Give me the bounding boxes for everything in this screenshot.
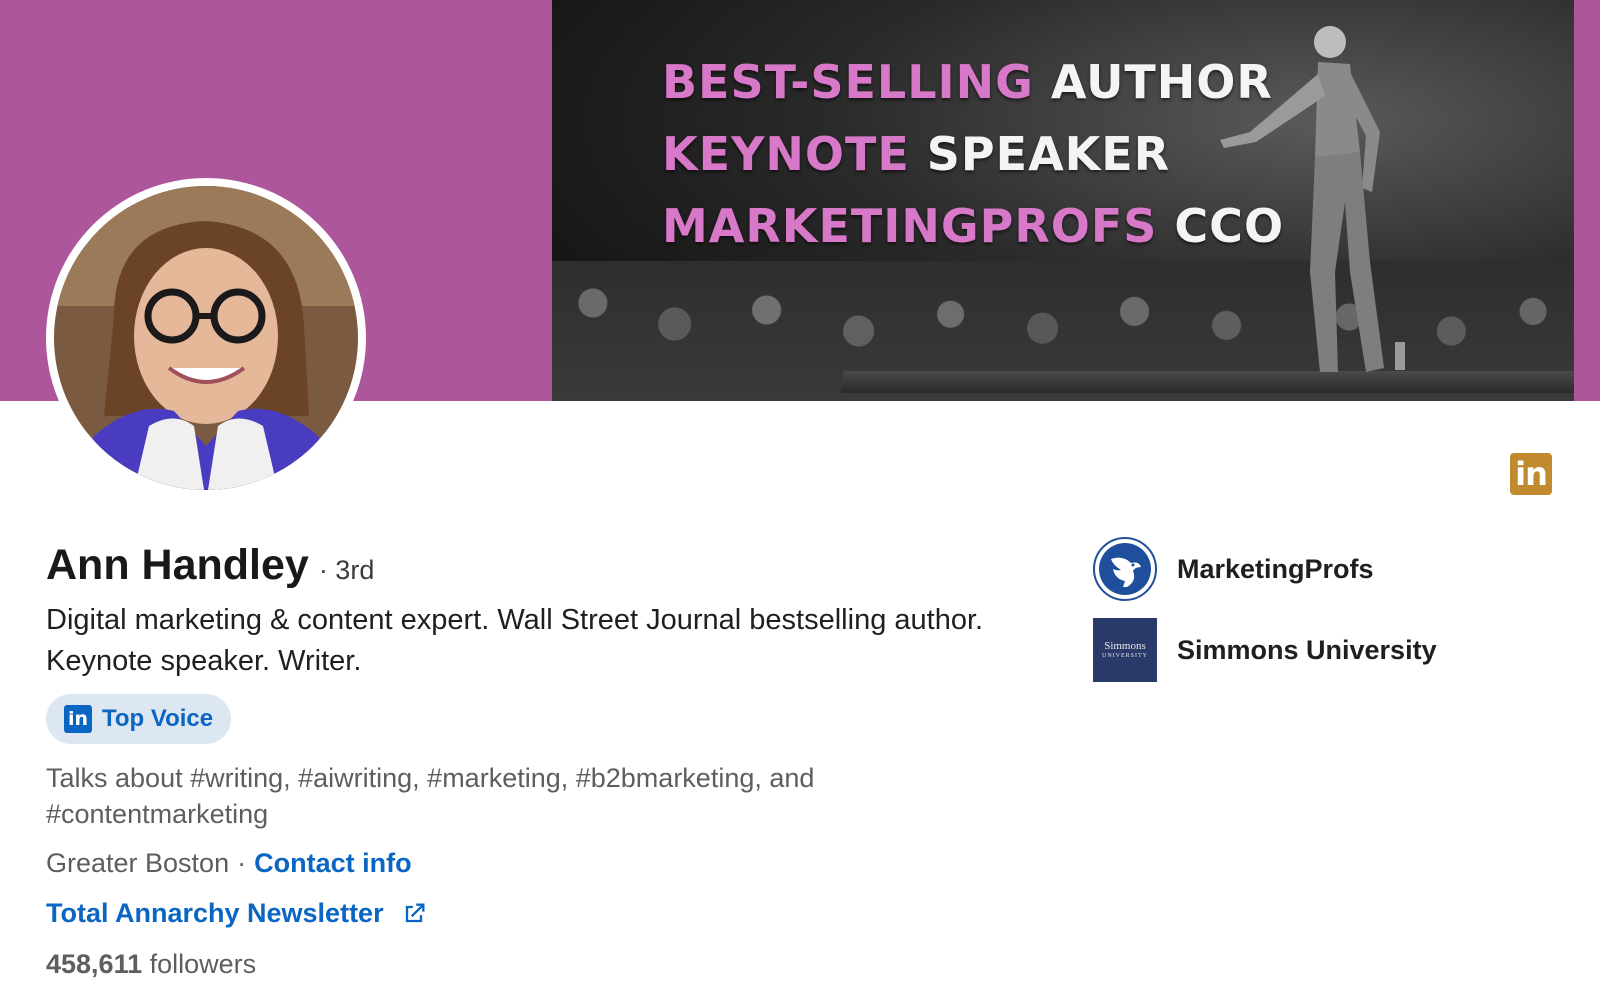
bird-icon: [1093, 537, 1157, 601]
banner-line: KEYNOTE SPEAKER: [662, 118, 1284, 190]
talks-about: Talks about #writing, #aiwriting, #marke…: [46, 763, 815, 829]
name-row: Ann Handley · 3rd: [46, 541, 374, 590]
banner-highlight: MARKETINGPROFS: [662, 199, 1158, 253]
newsletter-label: Total Annarchy Newsletter: [46, 898, 384, 928]
top-voice-label: Top Voice: [102, 705, 214, 732]
external-link-icon: [405, 903, 425, 922]
top-voice-badge[interactable]: in Top Voice: [46, 694, 231, 744]
location-text: Greater Boston: [46, 848, 230, 878]
newsletter-link[interactable]: Total Annarchy Newsletter: [46, 898, 428, 929]
linkedin-icon: in: [64, 705, 92, 733]
simmons-logo-subtext: UNIVERSITY: [1102, 652, 1148, 659]
followers-label: followers: [149, 949, 257, 979]
separator: ·: [237, 848, 247, 878]
followers-count[interactable]: 458,611 followers: [46, 949, 256, 980]
simmons-logo-text: Simmons: [1104, 639, 1146, 652]
org-name: Simmons University: [1177, 634, 1437, 665]
profile-name: Ann Handley: [46, 541, 309, 589]
banner-line: MARKETINGPROFS CCO: [662, 190, 1284, 262]
banner-line: BEST-SELLING AUTHOR: [662, 46, 1284, 118]
avatar-image: [54, 186, 358, 490]
simmons-logo: Simmons UNIVERSITY: [1093, 618, 1157, 682]
banner-highlight: BEST-SELLING: [662, 55, 1034, 109]
banner-rest: SPEAKER: [926, 127, 1171, 181]
followers-number: 458,611: [46, 949, 143, 979]
banner-text: BEST-SELLING AUTHOR KEYNOTE SPEAKER MARK…: [662, 46, 1284, 262]
contact-info-link[interactable]: Contact info: [254, 848, 411, 878]
banner-rest: AUTHOR: [1050, 55, 1273, 109]
profile-avatar[interactable]: [46, 178, 366, 498]
banner-highlight: KEYNOTE: [662, 127, 910, 181]
connection-degree: · 3rd: [318, 555, 375, 585]
banner-rest: CCO: [1174, 199, 1285, 253]
org-marketingprofs[interactable]: MarketingProfs: [1093, 537, 1374, 601]
profile-headline: Digital marketing & content expert. Wall…: [46, 604, 984, 677]
avatar-photo: [54, 186, 358, 490]
org-simmons-university[interactable]: Simmons UNIVERSITY Simmons University: [1093, 618, 1437, 682]
linkedin-logo-icon[interactable]: in: [1510, 453, 1552, 495]
org-name: MarketingProfs: [1177, 553, 1374, 584]
location-row: Greater Boston · Contact info: [46, 848, 412, 879]
